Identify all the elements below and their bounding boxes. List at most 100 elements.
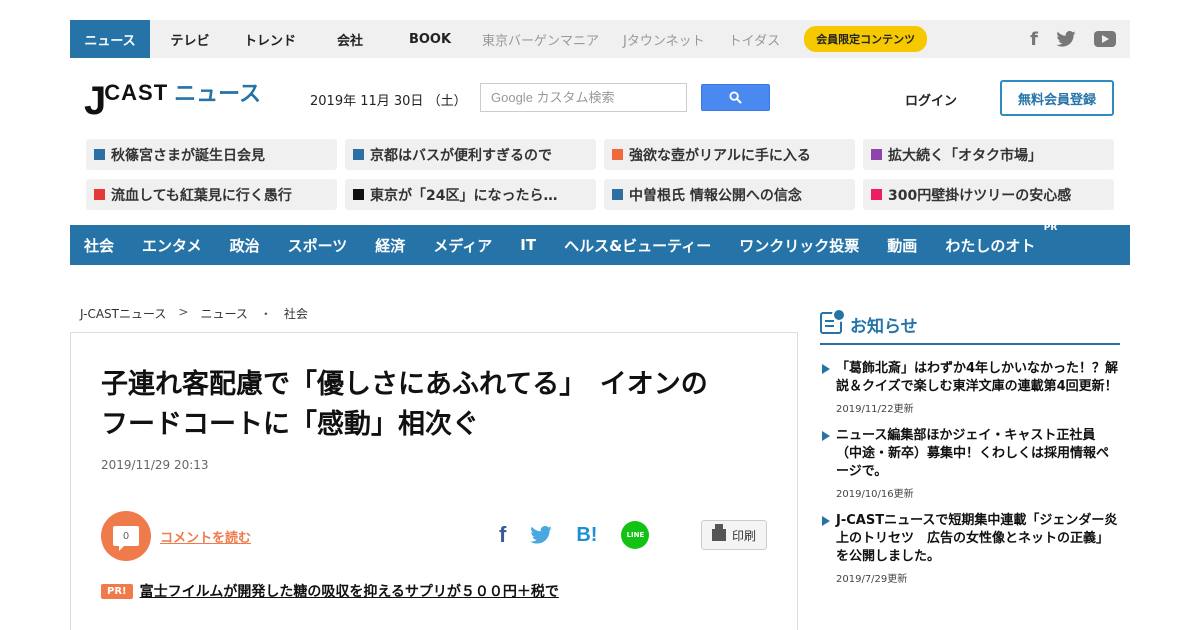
trending-chip-label: 強欲な壺がリアルに手に入る (629, 147, 811, 164)
link-toidasu[interactable]: トイダス (717, 20, 792, 58)
trending-chip[interactable]: 300円壁掛けツリーの安心感 (863, 179, 1114, 210)
category-watashi-no-oto[interactable]: わたしのオト PR (945, 223, 1057, 256)
breadcrumb-separator: ・ (259, 307, 272, 321)
pr-label: PR (1043, 222, 1058, 233)
member-content-badge[interactable]: 会員限定コンテンツ (804, 26, 928, 52)
trending-chip[interactable]: 中曽根氏 情報公開への信念 (604, 179, 855, 210)
square-icon (612, 189, 623, 200)
square-icon (353, 189, 364, 200)
read-comments-link[interactable]: コメントを読む (160, 527, 251, 546)
pr-badge: PR! (101, 583, 133, 599)
notice-item[interactable]: ニュース編集部ほかジェイ・キャスト正社員（中途・新卒）募集中！くわしくは採用情報… (820, 427, 1120, 500)
pr-link[interactable]: 富士フイルムが開発した糖の吸収を抑えるサプリが５００円＋税で (140, 581, 559, 601)
triangle-right-icon (822, 516, 830, 526)
link-bargain-mania[interactable]: 東京バーゲンマニア (470, 20, 611, 58)
hatena-bookmark-icon[interactable]: B! (576, 524, 597, 547)
category-entertainment[interactable]: エンタメ (142, 235, 202, 256)
search-icon (729, 91, 742, 104)
trending-chip-label: 京都はバスが便利すぎるので (370, 147, 552, 164)
tab-company[interactable]: 会社 (310, 20, 390, 58)
facebook-icon[interactable]: f (1030, 29, 1038, 50)
trending-chip[interactable]: 流血しても紅葉見に行く愚行 (86, 179, 337, 210)
category-label: わたしのオト (945, 236, 1036, 255)
trending-chip[interactable]: 強欲な壺がリアルに手に入る (604, 139, 855, 170)
trending-chip-label: 秋篠宮さまが誕生日会見 (111, 147, 265, 164)
search-button[interactable] (701, 84, 770, 111)
notices-title: お知らせ (850, 317, 918, 337)
search-input[interactable]: Google カスタム検索 (480, 83, 687, 112)
register-button[interactable]: 無料会員登録 (1000, 80, 1114, 116)
category-nav: 社会 エンタメ 政治 スポーツ 経済 メディア IT ヘルス&ビューティー ワン… (70, 223, 1130, 265)
category-it[interactable]: IT (520, 236, 536, 254)
link-j-town-net[interactable]: Jタウンネット (611, 20, 717, 58)
tab-book[interactable]: BOOK (390, 20, 470, 58)
trending-chip[interactable]: 秋篠宮さまが誕生日会見 (86, 139, 337, 170)
site-logo[interactable]: J CAST ニュース (84, 79, 261, 123)
notice-item[interactable]: 「葛飾北斎」はわずか4年しかいなかった！？解説＆クイズで楽しむ東洋文庫の連載第4… (820, 360, 1120, 415)
category-health-beauty[interactable]: ヘルス&ビューティー (564, 235, 711, 256)
notice-icon (820, 308, 846, 334)
breadcrumb-home[interactable]: J-CASTニュース (80, 305, 166, 322)
category-one-click-vote[interactable]: ワンクリック投票 (739, 235, 859, 256)
square-icon (353, 149, 364, 160)
login-link[interactable]: ログイン (905, 90, 957, 109)
triangle-right-icon (822, 431, 830, 441)
tab-news[interactable]: ニュース (70, 20, 150, 58)
square-icon (871, 189, 882, 200)
trending-chip[interactable]: 京都はバスが便利すぎるので (345, 139, 596, 170)
notice-updated: 2019/7/29更新 (836, 574, 908, 585)
trending-chip[interactable]: 東京が「24区」になったら… (345, 179, 596, 210)
notice-list: 「葛飾北斎」はわずか4年しかいなかった！？解説＆クイズで楽しむ東洋文庫の連載第4… (820, 360, 1120, 597)
article-title: 子連れ客配慮で「優しさにあふれてる」 イオンの フードコートに「感動」相次ぐ (101, 365, 781, 445)
trending-chip-label: 拡大続く「オタク市場」 (888, 147, 1042, 164)
category-politics[interactable]: 政治 (230, 235, 260, 256)
share-buttons: f B! LINE (499, 521, 650, 549)
trending-topics: 秋篠宮さまが誕生日会見 京都はバスが便利すぎるので 強欲な壺がリアルに手に入る … (86, 139, 1114, 210)
article-title-line: 子連れ客配慮で「優しさにあふれてる」 イオンの (101, 369, 708, 400)
comment-count: 0 (113, 526, 139, 551)
logo-j: J (84, 79, 107, 123)
current-date: 2019年 11月 30日 （土） (310, 94, 467, 109)
breadcrumb: J-CASTニュース > ニュース ・ 社会 (80, 305, 308, 322)
trending-chip-label: 東京が「24区」になったら… (370, 187, 558, 204)
article: 子連れ客配慮で「優しさにあふれてる」 イオンの フードコートに「感動」相次ぐ 2… (70, 332, 798, 630)
square-icon (871, 149, 882, 160)
pr-ad: PR! 富士フイルムが開発した糖の吸収を抑えるサプリが５００円＋税で (101, 581, 559, 601)
comment-icon[interactable]: 0 (101, 511, 151, 561)
category-society[interactable]: 社会 (84, 235, 114, 256)
line-share-icon[interactable]: LINE (621, 521, 650, 549)
category-video[interactable]: 動画 (887, 235, 917, 256)
square-icon (612, 149, 623, 160)
trending-chip-label: 中曽根氏 情報公開への信念 (629, 187, 802, 204)
printer-icon (711, 524, 726, 541)
category-media[interactable]: メディア (433, 235, 492, 256)
logo-news: ニュース (174, 82, 262, 107)
tab-tv[interactable]: テレビ (150, 20, 230, 58)
trending-chip-label: 300円壁掛けツリーの安心感 (888, 187, 1072, 204)
notices-heading: お知らせ (820, 308, 1120, 345)
triangle-right-icon (822, 364, 830, 374)
tab-trend[interactable]: トレンド (230, 20, 310, 58)
category-sports[interactable]: スポーツ (288, 235, 348, 256)
notice-updated: 2019/10/16更新 (836, 489, 914, 500)
notice-item[interactable]: J-CASTニュースで短期集中連載「ジェンダー炎上のトリセツ 広告の女性像とネッ… (820, 512, 1120, 585)
trending-chip[interactable]: 拡大続く「オタク市場」 (863, 139, 1114, 170)
facebook-share-icon[interactable]: f (499, 522, 506, 548)
twitter-icon[interactable] (1056, 31, 1076, 47)
breadcrumb-separator: > (178, 305, 189, 319)
youtube-icon[interactable] (1094, 31, 1116, 47)
category-economy[interactable]: 経済 (375, 235, 405, 256)
print-button[interactable]: 印刷 (701, 520, 767, 550)
breadcrumb-news[interactable]: ニュース (200, 305, 247, 322)
notice-updated: 2019/11/22更新 (836, 404, 914, 415)
article-title-line: フードコートに「感動」相次ぐ (101, 409, 479, 440)
square-icon (94, 189, 105, 200)
notice-text: J-CASTニュースで短期集中連載「ジェンダー炎上のトリセツ 広告の女性像とネッ… (836, 513, 1118, 564)
article-date: 2019/11/29 20:13 (101, 458, 209, 472)
twitter-share-icon[interactable] (530, 526, 553, 544)
notice-text: 「葛飾北斎」はわずか4年しかいなかった！？解説＆クイズで楽しむ東洋文庫の連載第4… (836, 361, 1119, 394)
breadcrumb-society[interactable]: 社会 (284, 305, 308, 322)
print-label: 印刷 (731, 528, 756, 543)
square-icon (94, 149, 105, 160)
social-links: f (1030, 20, 1116, 58)
